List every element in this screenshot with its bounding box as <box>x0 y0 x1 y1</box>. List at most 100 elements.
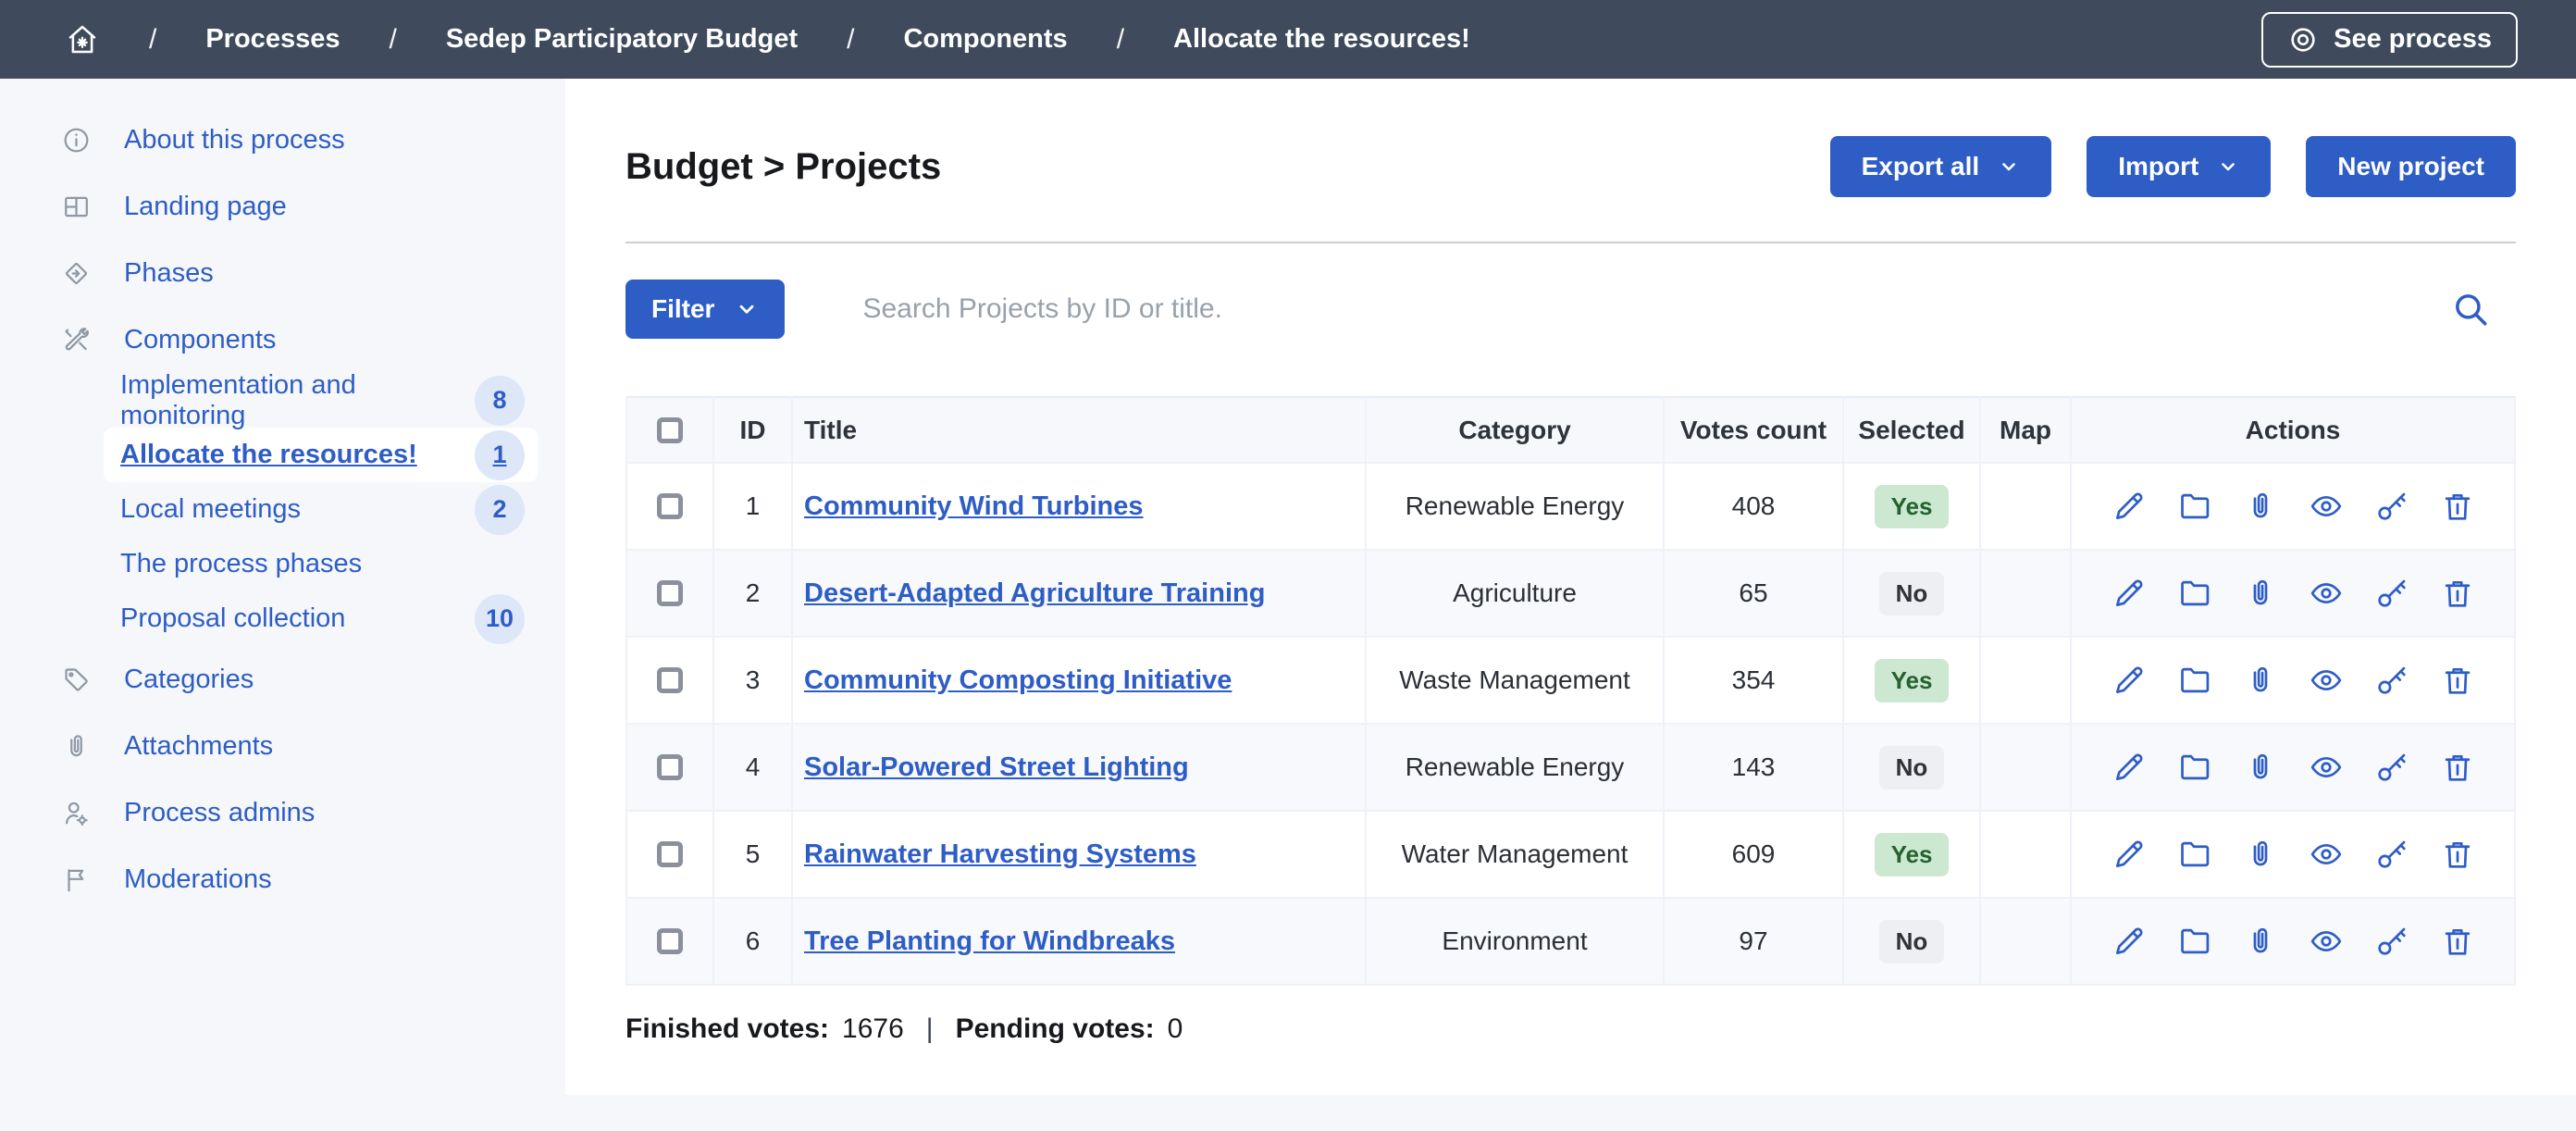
permissions-icon[interactable] <box>2374 489 2409 524</box>
folder-icon[interactable] <box>2177 837 2212 872</box>
preview-icon[interactable] <box>2309 489 2344 524</box>
folder-icon[interactable] <box>2177 489 2212 524</box>
sidebar-item-label: Attachments <box>124 731 273 762</box>
row-checkbox[interactable] <box>657 841 683 867</box>
layout-icon <box>59 192 93 222</box>
flag-icon <box>59 864 93 895</box>
export-all-button[interactable]: Export all <box>1830 136 2052 197</box>
import-button[interactable]: Import <box>2087 136 2271 197</box>
edit-icon[interactable] <box>2112 837 2147 872</box>
sidebar-item-label: Phases <box>124 258 214 289</box>
preview-icon[interactable] <box>2309 837 2344 872</box>
sidebar-item-moderations[interactable]: Moderations <box>0 846 565 913</box>
see-process-button[interactable]: See process <box>2261 12 2518 68</box>
sidebar-item-label: Proposal collection <box>120 603 345 634</box>
folder-icon[interactable] <box>2177 750 2212 785</box>
edit-icon[interactable] <box>2112 750 2147 785</box>
edit-icon[interactable] <box>2112 663 2147 698</box>
chevron-down-icon <box>2217 155 2239 178</box>
column-header-map: Map <box>1980 397 2071 463</box>
edit-icon[interactable] <box>2112 489 2147 524</box>
sidebar-item-components[interactable]: Components <box>0 306 565 373</box>
folder-icon[interactable] <box>2177 576 2212 611</box>
edit-icon[interactable] <box>2112 924 2147 959</box>
preview-icon[interactable] <box>2309 750 2344 785</box>
select-all-checkbox[interactable] <box>657 417 683 443</box>
project-title-link[interactable]: Desert-Adapted Agriculture Training <box>804 578 1265 608</box>
attachments-icon[interactable] <box>2243 924 2278 959</box>
project-title-link[interactable]: Community Wind Turbines <box>804 491 1144 521</box>
selected-badge: No <box>1879 920 1945 963</box>
import-label: Import <box>2118 152 2198 181</box>
project-id: 5 <box>713 811 792 898</box>
sidebar-item-implementation-monitoring[interactable]: Implementation and monitoring 8 <box>104 373 538 428</box>
pending-votes-value: 0 <box>1168 1013 1183 1045</box>
count-badge: 2 <box>475 485 525 535</box>
delete-icon[interactable] <box>2440 924 2475 959</box>
selected-badge: Yes <box>1875 833 1950 876</box>
votes-count: 97 <box>1664 898 1843 985</box>
filter-button[interactable]: Filter <box>625 280 785 339</box>
sidebar-item-process-phases[interactable]: The process phases <box>104 537 538 591</box>
breadcrumb-processes[interactable]: Processes <box>205 24 340 55</box>
sidebar-item-attachments[interactable]: Attachments <box>0 713 565 779</box>
components-sub-list: Implementation and monitoring 8 Allocate… <box>0 373 565 646</box>
edit-icon[interactable] <box>2112 576 2147 611</box>
permissions-icon[interactable] <box>2374 576 2409 611</box>
sidebar-item-local-meetings[interactable]: Local meetings 2 <box>104 482 538 537</box>
sidebar-item-label: Components <box>124 325 276 355</box>
map-cell <box>1980 463 2071 550</box>
folder-icon[interactable] <box>2177 663 2212 698</box>
preview-icon[interactable] <box>2309 663 2344 698</box>
breadcrumb-process-name[interactable]: Sedep Participatory Budget <box>446 24 798 55</box>
project-title-link[interactable]: Solar-Powered Street Lighting <box>804 752 1189 782</box>
permissions-icon[interactable] <box>2374 750 2409 785</box>
attachments-icon[interactable] <box>2243 837 2278 872</box>
search-button[interactable] <box>2451 290 2490 329</box>
attachments-icon[interactable] <box>2243 489 2278 524</box>
attachments-icon[interactable] <box>2243 576 2278 611</box>
row-checkbox[interactable] <box>657 928 683 954</box>
project-title-link[interactable]: Tree Planting for Windbreaks <box>804 926 1175 956</box>
sidebar-item-categories[interactable]: Categories <box>0 646 565 713</box>
sidebar-item-proposal-collection[interactable]: Proposal collection 10 <box>104 591 538 646</box>
row-checkbox[interactable] <box>657 754 683 780</box>
row-checkbox[interactable] <box>657 667 683 693</box>
project-category: Renewable Energy <box>1366 724 1664 811</box>
delete-icon[interactable] <box>2440 837 2475 872</box>
map-cell <box>1980 724 2071 811</box>
permissions-icon[interactable] <box>2374 924 2409 959</box>
attachments-icon[interactable] <box>2243 663 2278 698</box>
topbar: / Processes / Sedep Participatory Budget… <box>0 0 2576 79</box>
sidebar-item-allocate-resources[interactable]: Allocate the resources! 1 <box>104 428 538 482</box>
sidebar-item-landing-page[interactable]: Landing page <box>0 173 565 240</box>
breadcrumb-current-component[interactable]: Allocate the resources! <box>1173 24 1470 55</box>
delete-icon[interactable] <box>2440 576 2475 611</box>
project-category: Environment <box>1366 898 1664 985</box>
delete-icon[interactable] <box>2440 750 2475 785</box>
project-title-link[interactable]: Rainwater Harvesting Systems <box>804 839 1196 869</box>
project-title-link[interactable]: Community Composting Initiative <box>804 665 1232 695</box>
permissions-icon[interactable] <box>2374 663 2409 698</box>
attachments-icon[interactable] <box>2243 750 2278 785</box>
sidebar-item-phases[interactable]: Phases <box>0 240 565 306</box>
preview-icon[interactable] <box>2309 576 2344 611</box>
delete-icon[interactable] <box>2440 663 2475 698</box>
row-checkbox[interactable] <box>657 580 683 606</box>
sidebar-item-label: Moderations <box>124 864 272 895</box>
folder-icon[interactable] <box>2177 924 2212 959</box>
sidebar-item-process-admins[interactable]: Process admins <box>0 779 565 846</box>
info-icon <box>59 125 93 155</box>
row-checkbox[interactable] <box>657 493 683 519</box>
new-project-button[interactable]: New project <box>2306 136 2516 197</box>
search-input[interactable] <box>861 292 2451 326</box>
main-content: Budget > Projects Export all Import New … <box>565 79 2576 1095</box>
delete-icon[interactable] <box>2440 489 2475 524</box>
permissions-icon[interactable] <box>2374 837 2409 872</box>
preview-icon[interactable] <box>2309 924 2344 959</box>
home-gear-icon[interactable] <box>65 22 100 57</box>
new-project-label: New project <box>2337 152 2484 181</box>
sidebar-item-about[interactable]: About this process <box>0 106 565 173</box>
sidebar-item-label: Categories <box>124 665 254 695</box>
breadcrumb-components[interactable]: Components <box>903 24 1067 55</box>
